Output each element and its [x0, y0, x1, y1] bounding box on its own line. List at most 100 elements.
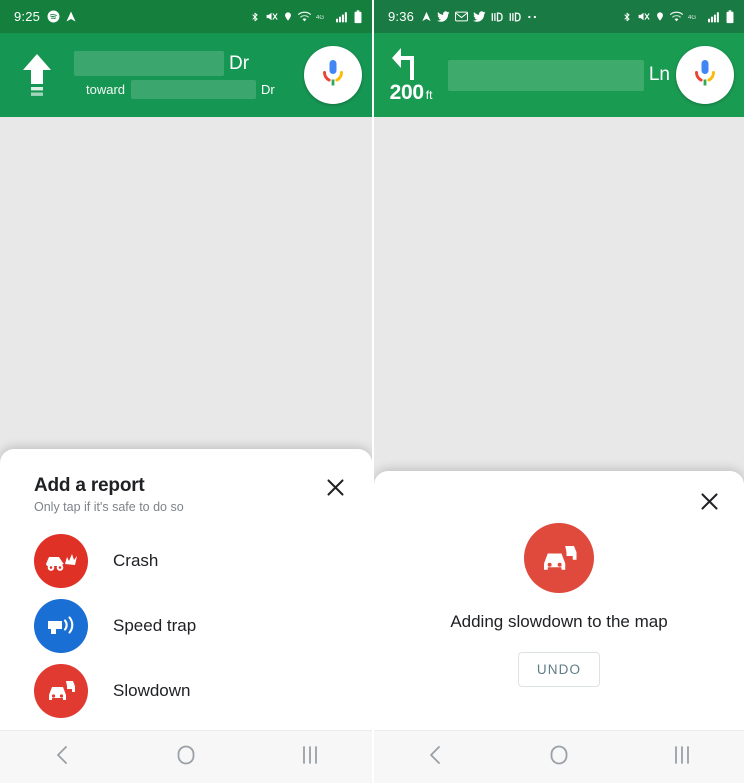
recents-bars-icon	[302, 745, 318, 769]
google-assistant-mic-icon	[320, 58, 346, 93]
nav-header-left: Dr toward Dr	[0, 33, 372, 117]
status-bar-right: 9:36 4G	[374, 0, 744, 33]
svg-text:4G: 4G	[316, 15, 324, 21]
close-sheet-button[interactable]	[694, 489, 724, 519]
android-nav-bar-left	[0, 730, 372, 783]
toward-label: toward	[86, 82, 126, 97]
twitter-icon	[437, 10, 450, 23]
mute-icon	[265, 10, 278, 23]
status-right-icons: 4G	[250, 9, 362, 24]
wifi-icon	[670, 11, 683, 23]
distance-readout: 200 ft	[390, 81, 433, 105]
primary-street-line: Ln	[448, 59, 670, 91]
back-chevron-icon	[427, 745, 444, 770]
report-option-speed-trap[interactable]: Speed trap	[34, 593, 350, 658]
sheet-title-block: Add a report Only tap if it's safe to do…	[34, 475, 320, 514]
report-option-label: Speed trap	[113, 615, 197, 635]
status-time: 9:25	[14, 9, 41, 24]
maneuver-block-left	[0, 52, 74, 98]
home-circle-icon	[550, 745, 568, 770]
mute-icon	[637, 10, 650, 23]
phone-left: 9:25 4G Dr toward Dr Add a report Only t…	[0, 0, 372, 783]
more-dots-icon	[527, 14, 538, 20]
phone-right: 9:36 4G 200 ft Ln Adding slowdown to the…	[372, 0, 744, 783]
speed-camera-icon	[34, 598, 88, 653]
assistant-mic-button[interactable]	[304, 46, 362, 104]
bluetooth-icon	[622, 10, 632, 24]
gmail-icon	[455, 11, 469, 22]
recents-button[interactable]	[647, 745, 717, 769]
add-report-sheet: Add a report Only tap if it's safe to do…	[0, 449, 372, 730]
close-sheet-button[interactable]	[320, 475, 350, 505]
sheet-header	[394, 489, 724, 519]
status-bar-left: 9:25 4G	[0, 0, 372, 33]
back-button[interactable]	[27, 745, 97, 770]
report-options-list: Crash Speed trap Slowdown	[34, 528, 350, 723]
home-button[interactable]	[151, 745, 221, 770]
street-suffix: Ln	[648, 64, 670, 85]
svg-text:4G: 4G	[688, 15, 696, 21]
redacted-street-name	[448, 59, 644, 91]
nav-instruction-left: Dr toward Dr	[74, 51, 304, 99]
slowdown-traffic-icon	[34, 663, 88, 718]
report-option-crash[interactable]: Crash	[34, 528, 350, 593]
secondary-street-line: toward Dr	[74, 80, 298, 99]
wifi-icon	[298, 11, 311, 23]
two-phone-comparison: 9:25 4G Dr toward Dr Add a report Only t…	[0, 0, 744, 783]
street-suffix: Dr	[229, 52, 250, 74]
crash-car-icon	[34, 533, 88, 588]
signal-icon	[336, 11, 349, 23]
distance-unit: ft	[425, 87, 433, 102]
bluetooth-icon	[250, 10, 260, 24]
report-option-label: Crash	[113, 550, 159, 570]
back-button[interactable]	[401, 745, 471, 770]
distance-value: 200	[389, 80, 424, 104]
home-button[interactable]	[524, 745, 594, 770]
sheet-header: Add a report Only tap if it's safe to do…	[34, 475, 350, 514]
redacted-toward-name	[131, 80, 257, 99]
slowdown-traffic-icon	[524, 523, 594, 593]
lte-icon: 4G	[316, 12, 331, 22]
maneuver-block-right: 200 ft	[374, 46, 448, 105]
google-assistant-mic-icon	[692, 58, 718, 93]
lte-icon: 4G	[688, 12, 703, 22]
confirmation-message: Adding slowdown to the map	[450, 612, 668, 631]
recents-button[interactable]	[275, 745, 345, 769]
undo-button[interactable]: UNDO	[517, 652, 601, 687]
toward-suffix: Dr	[261, 82, 275, 97]
report-confirmation-sheet: Adding slowdown to the map UNDO	[374, 471, 744, 730]
nav-header-right: 200 ft Ln	[374, 33, 744, 117]
location-icon	[655, 10, 665, 23]
home-circle-icon	[177, 745, 195, 770]
status-left-icons	[47, 10, 77, 23]
report-option-label: Slowdown	[113, 680, 191, 700]
id-badge-icon	[509, 11, 522, 23]
sheet-subtitle: Only tap if it's safe to do so	[34, 500, 184, 514]
assistant-mic-button[interactable]	[676, 46, 734, 104]
close-icon	[699, 491, 720, 517]
report-option-slowdown[interactable]: Slowdown	[34, 658, 350, 723]
spotify-icon	[47, 10, 60, 23]
navigation-arrow-icon	[65, 10, 77, 23]
android-nav-bar-right	[374, 730, 744, 783]
status-right-icons: 4G	[622, 9, 734, 24]
turn-left-arrow-icon	[390, 46, 432, 82]
id-badge-icon	[491, 11, 504, 23]
status-left-icons	[421, 10, 538, 23]
signal-icon	[708, 11, 721, 23]
redacted-street-name	[74, 51, 224, 76]
battery-icon	[726, 9, 734, 24]
battery-icon	[354, 9, 362, 24]
navigation-arrow-icon	[421, 10, 432, 23]
status-time: 9:36	[388, 9, 415, 24]
straight-ahead-arrow-icon	[20, 52, 54, 98]
sheet-title: Add a report	[34, 475, 145, 496]
nav-instruction-right: Ln	[448, 59, 676, 91]
recents-bars-icon	[674, 745, 690, 769]
twitter-icon	[473, 10, 486, 23]
confirmation-body: Adding slowdown to the map UNDO	[394, 523, 724, 687]
back-chevron-icon	[54, 745, 71, 770]
primary-street-line: Dr	[74, 51, 298, 76]
location-icon	[283, 10, 293, 23]
close-icon	[325, 477, 346, 503]
